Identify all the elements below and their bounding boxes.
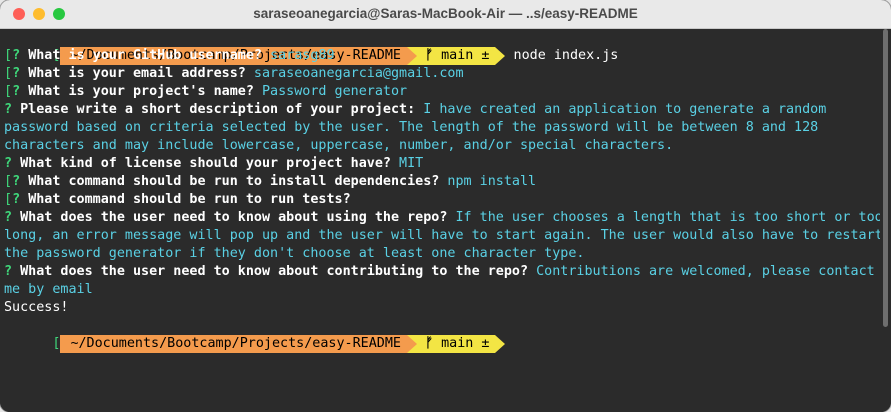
branch-icon: ᚠ <box>424 336 434 351</box>
prompt-branch: main ± <box>441 336 490 351</box>
title-bar[interactable]: saraseoanegarcia@Saras-MacBook-Air — ..s… <box>0 0 891 29</box>
segment-arrow <box>495 47 506 65</box>
question-text: What kind of license should your project… <box>20 156 391 171</box>
prompt-branch-segment: ᚠ main ± <box>416 335 496 353</box>
question-mark-icon: ? <box>4 264 13 279</box>
answer-text: sarasg89 <box>270 48 335 63</box>
question-mark-icon: ? <box>12 84 21 99</box>
qa-line: ? Please write a short description of yo… <box>4 101 826 119</box>
question-mark-icon: ? <box>12 48 21 63</box>
success-message: Success! <box>4 300 69 315</box>
prompt-branch: main ± <box>441 48 490 63</box>
qa-line: ? What kind of license should your proje… <box>4 155 423 173</box>
prompt-line: [~/Documents/Bootcamp/Projects/easy-READ… <box>52 47 619 65</box>
terminal-window: saraseoanegarcia@Saras-MacBook-Air — ..s… <box>0 0 891 412</box>
scrollbar[interactable] <box>880 29 891 412</box>
question-mark-icon: ? <box>12 174 21 189</box>
prompt-path: ~/Documents/Bootcamp/Projects/easy-READM… <box>60 335 407 353</box>
qa-line: ? What does the user need to know about … <box>4 209 883 227</box>
question-text: Please write a short description of your… <box>20 102 416 117</box>
question-mark-icon: ? <box>4 210 13 225</box>
window-title: saraseoanegarcia@Saras-MacBook-Air — ..s… <box>253 6 638 21</box>
qa-line: [? What is your GitHub username? sarasg8… <box>4 48 335 63</box>
scrollbar-thumb[interactable] <box>883 29 888 327</box>
qa-line: [? What command should be run to run tes… <box>4 192 351 207</box>
question-text: What command should be run to install de… <box>28 174 440 189</box>
qa-line: [? What command should be run to install… <box>4 174 537 189</box>
segment-arrow <box>406 47 417 65</box>
qa-line: [? What is your project's name? Password… <box>4 84 408 99</box>
answer-text: If the user chooses a length that is too… <box>455 210 883 225</box>
question-text: What is your email address? <box>28 66 246 81</box>
question-mark-icon: ? <box>4 102 13 117</box>
branch-icon: ᚠ <box>424 48 434 63</box>
question-mark-icon: ? <box>12 66 21 81</box>
command-text: node index.js <box>513 48 619 63</box>
answer-text: saraseoanegarcia@gmail.com <box>253 66 464 81</box>
answer-continuation: me by email <box>4 282 93 297</box>
answer-text: MIT <box>399 156 424 171</box>
answer-continuation: long, an error message will pop up and t… <box>4 228 883 243</box>
question-mark-icon: ? <box>12 192 21 207</box>
answer-continuation: the password generator if they don't cho… <box>4 246 585 261</box>
answer-continuation: password based on criteria selected by t… <box>4 120 819 135</box>
prompt-branch-segment: ᚠ main ± <box>416 47 496 65</box>
answer-continuation: characters and may include lowercase, up… <box>4 138 674 153</box>
answer-text: Password generator <box>261 84 408 99</box>
segment-arrow <box>406 335 417 353</box>
segment-arrow <box>495 335 506 353</box>
question-text: What is your GitHub username? <box>28 48 262 63</box>
question-text: What is your project's name? <box>28 84 254 99</box>
question-mark-icon: ? <box>4 156 13 171</box>
question-text: What does the user need to know about co… <box>20 264 529 279</box>
answer-text: I have created an application to generat… <box>423 102 827 117</box>
qa-line: [? What is your email address? saraseoan… <box>4 66 464 81</box>
question-text: What command should be run to run tests? <box>28 192 351 207</box>
answer-text: Contributions are welcomed, please conta… <box>536 264 875 279</box>
qa-line: ? What does the user need to know about … <box>4 263 875 281</box>
answer-text: npm install <box>447 174 537 189</box>
prompt-line: [~/Documents/Bootcamp/Projects/easy-READ… <box>4 317 506 353</box>
terminal-output[interactable]: [~/Documents/Bootcamp/Projects/easy-READ… <box>0 29 883 412</box>
question-text: What does the user need to know about us… <box>20 210 448 225</box>
